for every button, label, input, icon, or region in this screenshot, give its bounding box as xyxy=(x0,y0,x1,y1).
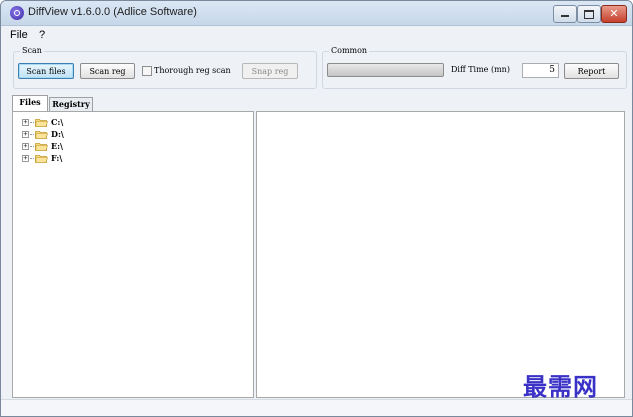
minimize-icon xyxy=(561,15,569,17)
thorough-reg-scan-label: Thorough reg scan xyxy=(154,66,231,75)
maximize-button[interactable] xyxy=(577,5,601,23)
minimize-button[interactable] xyxy=(553,5,577,23)
folder-icon xyxy=(35,131,48,139)
menu-help[interactable]: ? xyxy=(39,29,45,41)
maximize-icon xyxy=(584,10,594,19)
menu-file[interactable]: File xyxy=(10,29,28,41)
folder-icon xyxy=(35,119,48,127)
folder-icon xyxy=(35,155,48,163)
thorough-reg-scan-checkbox[interactable] xyxy=(142,66,152,76)
title-bar[interactable]: DiffView v1.6.0.0 (Adlice Software) ✕ xyxy=(1,1,632,26)
tree-item-label: F:\ xyxy=(51,153,63,163)
diff-results-panel[interactable] xyxy=(256,111,625,398)
tree-item-label: C:\ xyxy=(51,117,64,127)
close-icon: ✕ xyxy=(609,7,619,20)
plus-expander-icon[interactable]: + xyxy=(22,131,29,138)
plus-expander-icon[interactable]: + xyxy=(22,143,29,150)
report-button[interactable]: Report xyxy=(564,63,619,79)
tree-item-label: E:\ xyxy=(51,141,63,151)
scan-files-button[interactable]: Scan files xyxy=(18,63,74,79)
app-icon xyxy=(10,6,24,20)
diff-time-input[interactable]: 5 xyxy=(522,63,559,78)
window-title: DiffView v1.6.0.0 (Adlice Software) xyxy=(28,6,197,18)
diff-time-label: Diff Time (mn) xyxy=(451,65,510,74)
snap-reg-button[interactable]: Snap reg xyxy=(242,63,298,79)
tree-item-label: D:\ xyxy=(51,129,64,139)
scan-progress-bar xyxy=(327,63,444,77)
common-group-label: Common xyxy=(329,46,370,55)
tab-registry[interactable]: Registry xyxy=(49,97,93,111)
watermark-text: 最需网 xyxy=(523,373,598,401)
tab-files[interactable]: Files xyxy=(12,95,48,111)
plus-expander-icon[interactable]: + xyxy=(22,119,29,126)
plus-expander-icon[interactable]: + xyxy=(22,155,29,162)
app-window: DiffView v1.6.0.0 (Adlice Software) ✕ Fi… xyxy=(0,0,633,417)
folder-icon xyxy=(35,143,48,151)
menu-bar: File ? xyxy=(1,26,632,44)
scan-reg-button[interactable]: Scan reg xyxy=(80,63,135,79)
file-tree-panel[interactable]: + C:\ + D:\ + E:\ + F:\ xyxy=(12,111,254,398)
scan-group-label: Scan xyxy=(20,46,44,55)
close-button[interactable]: ✕ xyxy=(601,5,627,23)
